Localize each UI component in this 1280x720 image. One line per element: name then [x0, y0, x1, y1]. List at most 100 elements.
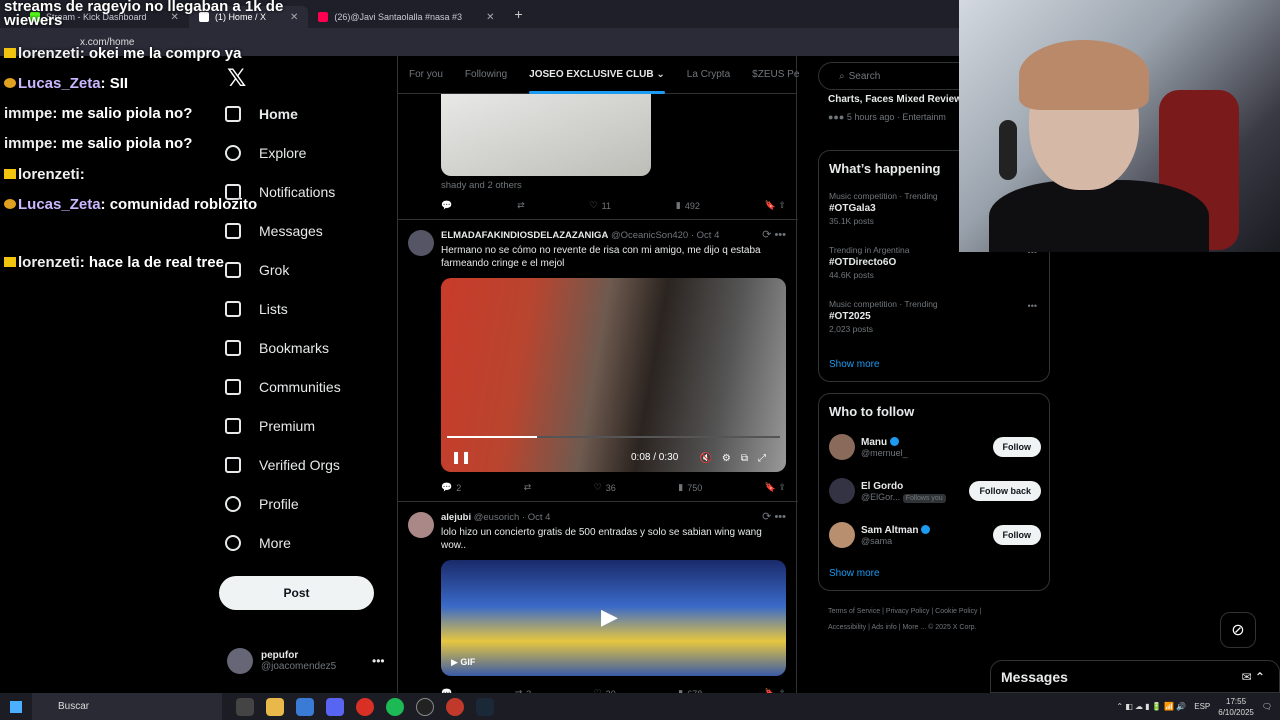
spotify-icon[interactable]: [386, 697, 404, 716]
follow-suggestion[interactable]: Sam Altman @sama Follow: [829, 522, 1041, 548]
trend-item[interactable]: Trending in Argentina #OTDirecto6O 44.6K p…: [829, 245, 910, 280]
author-handle[interactable]: @OceanicSon420: [611, 230, 688, 241]
nav-label: Premium: [259, 418, 316, 434]
play-icon[interactable]: ▶: [601, 604, 618, 630]
follow-button[interactable]: Follow: [992, 437, 1041, 457]
nav-verified-orgs[interactable]: Verified Orgs: [225, 457, 340, 473]
follow-button[interactable]: Follow: [992, 525, 1041, 545]
tweet-date[interactable]: Oct 4: [697, 230, 720, 241]
tab-joseo-exclusive-club[interactable]: JOSEO EXCLUSIVE CLUB ⌄: [518, 56, 676, 94]
store-icon[interactable]: [296, 697, 314, 716]
nav-bookmarks[interactable]: Bookmarks: [225, 340, 329, 356]
footer-link[interactable]: Privacy Policy: [886, 608, 930, 615]
chat-message: lorenzeti:: [4, 166, 85, 183]
avatar: [829, 522, 855, 548]
nav-premium[interactable]: Premium: [225, 418, 315, 434]
footer-link[interactable]: Terms of Service: [828, 608, 880, 615]
video-time: 0:08 / 0:30: [631, 452, 679, 463]
tray-icons[interactable]: ⌃ ◧ ☁ ▮ 🔋 📶 🔊: [1116, 702, 1186, 711]
obs-icon[interactable]: [416, 697, 434, 716]
video-controls-icons[interactable]: 🔇⚙⧉⤢: [699, 453, 776, 464]
close-icon[interactable]: ✕: [486, 12, 494, 23]
tab-for-you[interactable]: For you: [398, 56, 454, 94]
avatar[interactable]: [408, 512, 434, 538]
trend-item[interactable]: Music competition · Trending #OTGala3 35.1…: [829, 191, 938, 226]
task-view-icon[interactable]: [236, 697, 254, 716]
more-dots-icon[interactable]: ⟳ •••: [762, 510, 786, 523]
crown-badge-icon: [4, 257, 16, 267]
author-name[interactable]: ELMADAFAKINDIOSDELAZAZANIGA: [441, 230, 608, 241]
trend-name: #OTGala3: [829, 203, 876, 214]
tweet[interactable]: shady and 2 others 💬 ⇄ ♡ 11 ▮ 492 🔖 ⇪: [398, 94, 798, 220]
like-button[interactable]: ♡ 36: [594, 482, 616, 493]
taskbar-search-label: Buscar: [58, 701, 90, 712]
nav-label: Lists: [259, 301, 288, 317]
bookmark-share[interactable]: 🔖 ⇪: [765, 200, 786, 211]
nav-profile[interactable]: Profile: [225, 496, 299, 512]
video-progress-track[interactable]: [447, 436, 780, 438]
file-explorer-icon[interactable]: [266, 697, 284, 716]
chrome-icon[interactable]: [356, 697, 374, 716]
messages-drawer[interactable]: Messages ✉ ⌃: [990, 660, 1280, 693]
tweet-image[interactable]: [441, 94, 651, 176]
tweet[interactable]: ELMADAFAKINDIOSDELAZAZANIGA @OceanicSon4…: [398, 220, 798, 502]
more-dots-icon[interactable]: •••: [372, 654, 385, 668]
lightning-icon: [225, 457, 241, 473]
reply-icon[interactable]: 💬: [441, 200, 452, 211]
follow-back-button[interactable]: Follow back: [969, 481, 1041, 501]
show-more-link[interactable]: Show more: [829, 568, 880, 579]
tab-la-crypta[interactable]: La Crypta: [676, 56, 741, 94]
people-icon: [225, 379, 241, 395]
steam-icon[interactable]: [476, 697, 494, 716]
show-more-link[interactable]: Show more: [829, 359, 880, 370]
follow-suggestion[interactable]: El Gordo @ElGor... Follows you Follow bac…: [829, 478, 1041, 504]
more-dots-icon[interactable]: ⟳ •••: [762, 228, 786, 241]
tweet[interactable]: alejubi @eusorich · Oct 4 ⟳ ••• lolo hiz…: [398, 502, 798, 693]
start-button[interactable]: [0, 693, 32, 720]
app-icon[interactable]: [446, 697, 464, 716]
new-tab-button[interactable]: +: [514, 6, 522, 22]
news-headline[interactable]: Charts, Faces Mixed Review: [828, 94, 962, 105]
chat-text: : okei me la compro ya: [79, 45, 242, 62]
clock[interactable]: 17:55 6/10/2025: [1218, 696, 1254, 718]
news-meta-text: 5 hours ago · Entertainm: [846, 112, 946, 122]
avatar[interactable]: [408, 230, 434, 256]
nav-more[interactable]: More: [225, 535, 291, 551]
post-button[interactable]: Post: [219, 576, 374, 610]
tweet-date[interactable]: Oct 4: [528, 512, 551, 523]
follow-suggestion[interactable]: Manu @mernuel_ Follow: [829, 434, 1041, 460]
tweet-gif[interactable]: ▶ ▶ GIF: [441, 560, 786, 676]
notification-icon[interactable]: 🗨: [1262, 702, 1272, 711]
retweet-icon[interactable]: ⇄: [524, 482, 532, 493]
trend-item[interactable]: Music competition · Trending #OT2025 2,023…: [829, 299, 938, 334]
views-button[interactable]: ▮ 750: [678, 482, 702, 493]
grok-icon[interactable]: ⊘: [1220, 612, 1256, 648]
tab-zeus[interactable]: $ZEUS Pe: [741, 56, 810, 94]
footer-link[interactable]: Accessibility: [828, 624, 866, 631]
like-button[interactable]: ♡ 11: [590, 200, 611, 211]
account-switcher[interactable]: pepufor @joacomendez5 •••: [227, 648, 385, 674]
views-button[interactable]: ▮ 492: [676, 200, 700, 211]
nav-communities[interactable]: Communities: [225, 379, 341, 395]
taskbar-search[interactable]: Buscar: [32, 693, 222, 720]
footer-link[interactable]: Ads info: [871, 624, 896, 631]
discord-icon[interactable]: [326, 697, 344, 716]
more-dots-icon[interactable]: •••: [1028, 301, 1037, 311]
pause-icon[interactable]: ❚❚: [451, 450, 471, 464]
tweet-video[interactable]: ❚❚ 0:08 / 0:30 🔇⚙⧉⤢: [441, 278, 786, 472]
author-handle[interactable]: @eusorich: [474, 512, 520, 523]
nav-lists[interactable]: Lists: [225, 301, 288, 317]
crown-badge-icon: [4, 169, 16, 179]
footer-link[interactable]: Cookie Policy: [935, 608, 977, 615]
retweet-icon[interactable]: ⇄: [517, 200, 525, 211]
language-indicator[interactable]: ESP: [1194, 702, 1210, 711]
follow-handle-text: @ElGor...: [861, 491, 901, 502]
tab-following[interactable]: Following: [454, 56, 518, 94]
author-name[interactable]: alejubi: [441, 512, 471, 523]
reply-button[interactable]: 💬 2: [441, 482, 461, 493]
compose-expand-icons[interactable]: ✉ ⌃: [1242, 670, 1265, 684]
bookmark-share[interactable]: 🔖 ⇪: [765, 482, 786, 493]
footer-link[interactable]: More ...: [902, 624, 926, 631]
chat-text: : me salio piola no?: [52, 135, 193, 152]
account-name: pepufor: [261, 650, 299, 661]
